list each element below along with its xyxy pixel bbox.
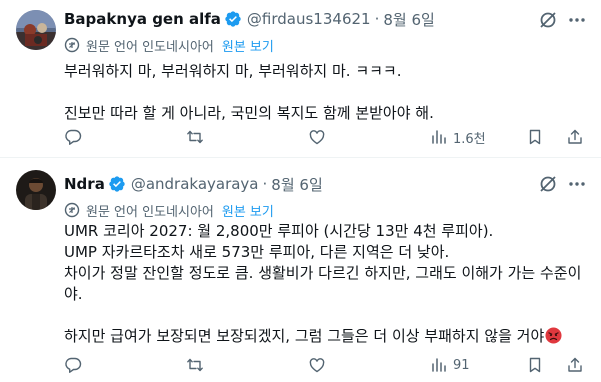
like-button[interactable] (308, 355, 326, 375)
tweet-date[interactable]: 8월 6일 (271, 174, 322, 195)
retweet-button[interactable] (186, 355, 204, 375)
tweet-text: UMR 코리아 2027: 월 2,800만 루피아 (시간당 13만 4천 루… (64, 221, 584, 347)
retweet-button[interactable] (186, 127, 204, 147)
avatar[interactable] (16, 10, 56, 50)
tweet-text-line: 부러워하지 마, 부러워하지 마, 부러워하지 마. ㅋㅋㅋ. (64, 62, 402, 80)
views-icon (432, 130, 446, 144)
handle[interactable]: @andrakayaraya (131, 175, 259, 193)
verified-badge-icon (109, 176, 125, 192)
separator-dot: · (374, 10, 380, 28)
verified-badge-icon (225, 11, 241, 27)
tweet-header: Bapaknya gen alfa @firdaus134621 · 8월 6일 (64, 9, 435, 29)
tweet-text: 부러워하지 마, 부러워하지 마, 부러워하지 마. ㅋㅋㅋ. 진보만 따라 할… (64, 61, 584, 124)
share-button[interactable] (566, 127, 584, 147)
bookmark-button[interactable] (526, 127, 544, 147)
share-icon (568, 129, 582, 144)
handle[interactable]: @firdaus134621 (247, 10, 371, 28)
tweet-header: Ndra @andrakayaraya · 8월 6일 (64, 174, 323, 194)
views-count[interactable]: 91 (430, 355, 470, 375)
separator-dot: · (262, 175, 268, 193)
like-icon (309, 130, 325, 145)
show-original-link[interactable]: 원본 보기 (222, 201, 274, 220)
tweet-text-line: UMR 코리아 2027: 월 2,800만 루피아 (시간당 13만 4천 루… (64, 222, 494, 240)
tweet-2[interactable]: Ndra @andrakayaraya · 8월 6일 원문 언어 인도네시아어… (0, 158, 601, 382)
views-count-label: 1.6천 (453, 131, 486, 147)
translate-icon (64, 37, 80, 53)
avatar-image (16, 10, 56, 50)
tweet-text-line-with-emoji: 하지만 급여가 보장되면 보장되겠지, 그럼 그들은 더 이상 부패하지 않을 … (64, 326, 584, 347)
tweet-actions: 91 (64, 355, 584, 375)
reply-button[interactable] (64, 355, 82, 375)
reply-icon (65, 129, 82, 145)
tweet-text-blank-line (64, 305, 584, 326)
translation-notice: 원문 언어 인도네시아어 원본 보기 (64, 36, 274, 55)
tweet-text-line: UMP 자카르타조차 새로 573만 루피아, 다른 지역은 더 낮아. (64, 243, 450, 261)
bookmark-button[interactable] (526, 355, 544, 375)
angry-face-emoji (545, 327, 562, 344)
like-button[interactable] (308, 127, 326, 147)
avatar-image (16, 170, 56, 210)
translate-note: 원문 언어 인도네시아어 (86, 204, 214, 220)
translation-notice: 원문 언어 인도네시아어 원본 보기 (64, 201, 274, 220)
views-icon (432, 358, 446, 372)
retweet-icon (187, 130, 203, 144)
views-count-label: 91 (453, 357, 470, 373)
reply-button[interactable] (64, 127, 82, 147)
like-icon (309, 358, 325, 373)
views-count[interactable]: 1.6천 (430, 127, 486, 147)
tweet-text-line: 진보만 따라 할 게 아니라, 국민의 복지도 함께 본받아야 해. (64, 104, 434, 122)
tweet-actions: 1.6천 (64, 127, 584, 147)
translate-note: 원문 언어 인도네시아어 (86, 39, 214, 55)
avatar[interactable] (16, 170, 56, 210)
tweet-text-line: 차이가 정말 잔인할 정도로 큼. 생활비가 다르긴 하지만, 그래도 이해가 … (64, 264, 582, 303)
share-button[interactable] (566, 355, 584, 375)
more-icon[interactable] (566, 174, 588, 194)
display-name[interactable]: Bapaknya gen alfa (64, 10, 221, 28)
grok-icon[interactable] (538, 174, 558, 194)
tweet-text-blank-line (64, 82, 584, 103)
grok-icon[interactable] (538, 10, 558, 30)
translate-icon (64, 202, 80, 218)
display-name[interactable]: Ndra (64, 175, 105, 193)
bookmark-icon (529, 129, 541, 145)
share-icon (568, 357, 582, 372)
reply-icon (65, 357, 82, 373)
retweet-icon (187, 358, 203, 372)
more-icon[interactable] (566, 10, 588, 30)
tweet-date[interactable]: 8월 6일 (383, 9, 434, 30)
tweet-text-line: 하지만 급여가 보장되면 보장되겠지, 그럼 그들은 더 이상 부패하지 않을 … (64, 327, 545, 345)
show-original-link[interactable]: 원본 보기 (222, 36, 274, 55)
bookmark-icon (529, 357, 541, 373)
tweet-1[interactable]: Bapaknya gen alfa @firdaus134621 · 8월 6일… (0, 0, 601, 157)
